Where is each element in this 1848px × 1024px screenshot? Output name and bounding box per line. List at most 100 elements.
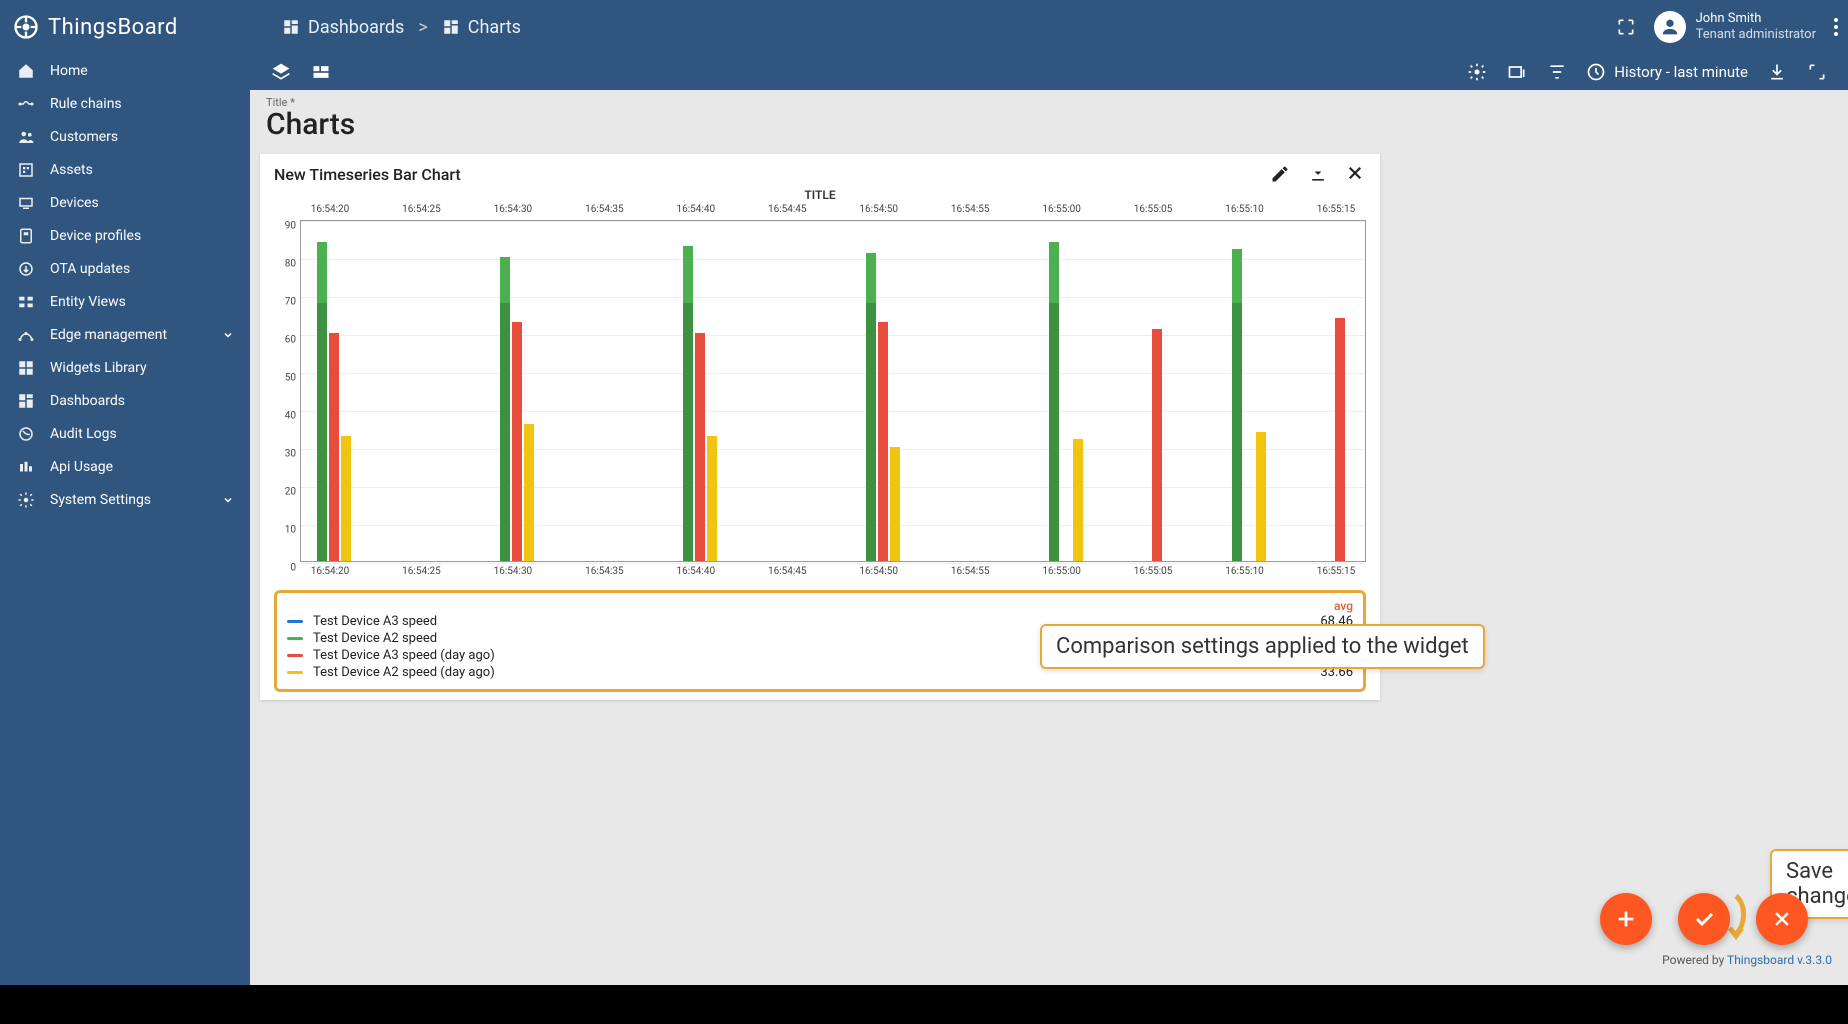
powered-link[interactable]: Thingsboard v.3.3.0 (1727, 953, 1832, 967)
chart-bar (1335, 318, 1345, 561)
sidebar-item-ota-updates[interactable]: OTA updates (0, 252, 250, 285)
sidebar-item-entity-views[interactable]: Entity Views (0, 285, 250, 318)
chart-plot: 16:54:2016:54:2516:54:3016:54:3516:54:40… (274, 204, 1366, 584)
dashboard-toolbar: History - last minute (250, 54, 1848, 90)
filter-icon[interactable] (1546, 61, 1568, 83)
customers-icon (16, 127, 36, 147)
widgets-icon (16, 358, 36, 378)
breadcrumb-separator: > (418, 17, 427, 38)
device-profiles-icon (16, 226, 36, 246)
sidebar-item-home[interactable]: Home (0, 54, 250, 87)
ota-icon (16, 259, 36, 279)
callout-comparison: Comparison settings applied to the widge… (1040, 624, 1485, 669)
user-text: John Smith Tenant administrator (1696, 11, 1816, 42)
sidebar-item-device-profiles[interactable]: Device profiles (0, 219, 250, 252)
layout-icon[interactable] (310, 61, 332, 83)
top-header: ThingsBoard Dashboards > Charts John Smi… (0, 0, 1848, 54)
legend-name: Test Device A2 speed (day ago) (313, 665, 495, 680)
layers-icon[interactable] (270, 61, 292, 83)
fab-row (1600, 893, 1808, 945)
chevron-down-icon (222, 329, 234, 341)
sidebar-item-customers[interactable]: Customers (0, 120, 250, 153)
user-role: Tenant administrator (1696, 27, 1816, 43)
add-button[interactable] (1600, 893, 1652, 945)
close-icon[interactable] (1346, 164, 1366, 184)
chart-bar (1073, 439, 1083, 561)
avatar-icon (1654, 11, 1686, 43)
app-logo[interactable]: ThingsBoard (12, 13, 252, 41)
sidebar-item-label: Entity Views (50, 294, 126, 310)
entity-views-icon (16, 292, 36, 312)
sidebar-item-label: System Settings (50, 492, 151, 508)
download-icon[interactable] (1766, 61, 1788, 83)
sidebar-item-api-usage[interactable]: Api Usage (0, 450, 250, 483)
download-widget-icon[interactable] (1308, 164, 1328, 184)
chart-bar (1256, 432, 1266, 561)
sidebar-item-edge-management[interactable]: Edge management (0, 318, 250, 351)
sidebar: Home Rule chains Customers Assets Devices Dev… (0, 54, 250, 985)
fullscreen-icon[interactable] (1616, 17, 1636, 37)
assets-icon (16, 160, 36, 180)
entity-aliases-icon[interactable] (1506, 61, 1528, 83)
sidebar-item-rule-chains[interactable]: Rule chains (0, 87, 250, 120)
edit-icon[interactable] (1270, 164, 1290, 184)
dashboard-title-zone: Title * Charts (250, 90, 1848, 142)
sidebar-item-label: Assets (50, 162, 93, 178)
legend-swatch (287, 637, 303, 640)
sidebar-item-label: Api Usage (50, 459, 113, 475)
chart-bar (890, 447, 900, 561)
user-name: John Smith (1696, 11, 1816, 27)
sidebar-item-assets[interactable]: Assets (0, 153, 250, 186)
chart-widget[interactable]: New Timeseries Bar Chart TITLE 16:54:201… (260, 154, 1380, 700)
home-icon (16, 61, 36, 81)
cancel-button[interactable] (1756, 893, 1808, 945)
dashboard-icon (282, 18, 300, 36)
gear-icon[interactable] (1466, 61, 1488, 83)
sidebar-item-label: Edge management (50, 327, 167, 343)
edge-icon (16, 325, 36, 345)
breadcrumb-item-charts[interactable]: Charts (442, 17, 521, 38)
dashboard-icon (442, 18, 460, 36)
save-button[interactable] (1678, 893, 1730, 945)
legend-swatch (287, 654, 303, 657)
sidebar-item-label: OTA updates (50, 261, 130, 277)
sidebar-item-audit-logs[interactable]: Audit Logs (0, 417, 250, 450)
breadcrumb: Dashboards > Charts (282, 17, 521, 38)
main-area: History - last minute Title * Charts New… (250, 54, 1848, 985)
chart-bar (878, 322, 888, 561)
kebab-menu-icon[interactable] (1834, 18, 1838, 36)
clock-icon (1586, 62, 1606, 82)
legend-name: Test Device A3 speed (313, 614, 437, 629)
widget-title: New Timeseries Bar Chart (274, 165, 461, 184)
sidebar-item-label: Dashboards (50, 393, 125, 409)
sidebar-item-label: Customers (50, 129, 118, 145)
history-button[interactable]: History - last minute (1586, 62, 1748, 82)
chevron-down-icon (222, 494, 234, 506)
chart-bar (707, 436, 717, 561)
app-name: ThingsBoard (48, 15, 178, 40)
sidebar-item-widgets-library[interactable]: Widgets Library (0, 351, 250, 384)
chart-bar (695, 333, 705, 561)
sidebar-item-system-settings[interactable]: System Settings (0, 483, 250, 516)
page-title[interactable]: Charts (266, 107, 1832, 142)
sidebar-item-label: Home (50, 63, 88, 79)
user-profile[interactable]: John Smith Tenant administrator (1654, 11, 1816, 43)
expand-icon[interactable] (1806, 61, 1828, 83)
sidebar-item-label: Widgets Library (50, 360, 147, 376)
api-icon (16, 457, 36, 477)
devices-icon (16, 193, 36, 213)
chart-bar (524, 424, 534, 561)
breadcrumb-item-dashboards[interactable]: Dashboards (282, 17, 404, 38)
powered-by: Powered by Thingsboard v.3.3.0 (1662, 953, 1832, 967)
legend-name: Test Device A2 speed (313, 631, 437, 646)
sidebar-item-devices[interactable]: Devices (0, 186, 250, 219)
chart-bar (1152, 329, 1162, 561)
legend-name: Test Device A3 speed (day ago) (313, 648, 495, 663)
legend-swatch (287, 671, 303, 674)
sidebar-item-label: Device profiles (50, 228, 141, 244)
chart-title: TITLE (274, 188, 1366, 202)
sidebar-item-dashboards[interactable]: Dashboards (0, 384, 250, 417)
chart-bar (512, 322, 522, 561)
rulechains-icon (16, 94, 36, 114)
thingsboard-logo-icon (12, 13, 40, 41)
